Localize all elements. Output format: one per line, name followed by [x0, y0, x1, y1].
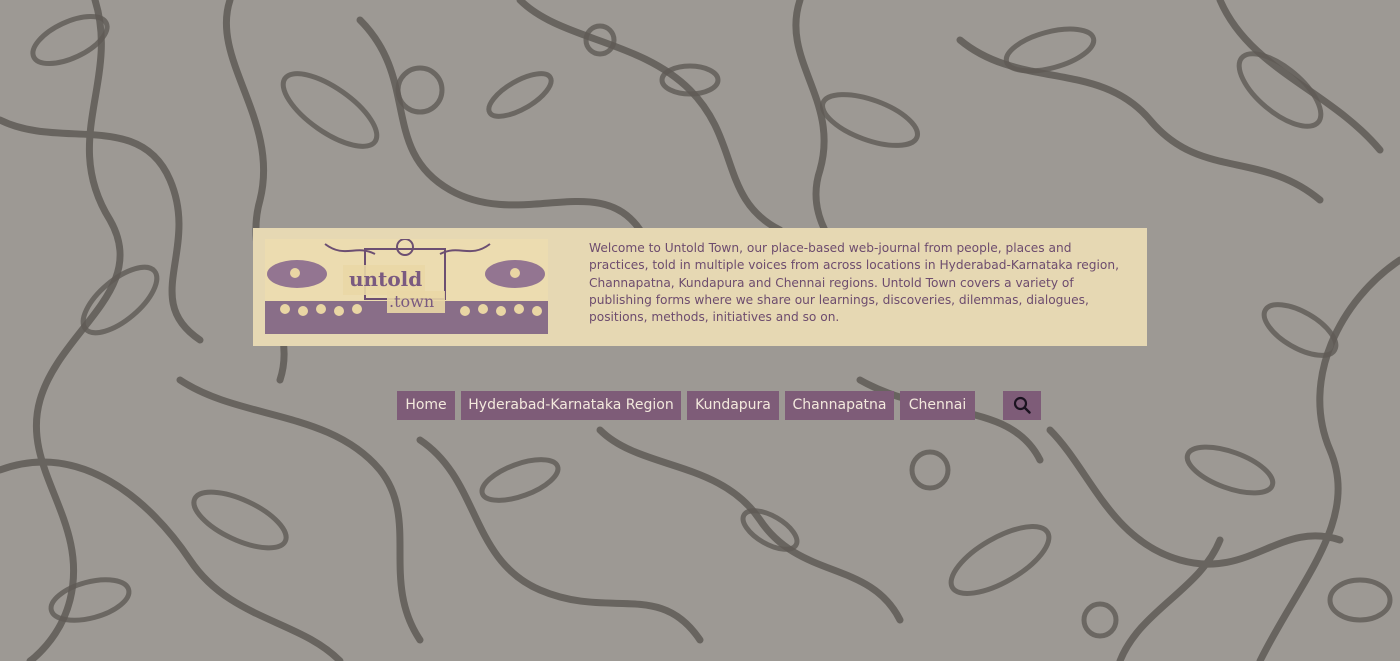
logo-text-top: untold	[349, 267, 423, 291]
site-logo[interactable]: untold .town	[265, 239, 548, 334]
main-navigation: Home Hyderabad-Karnataka Region Kundapur…	[0, 391, 1400, 420]
search-icon	[1013, 396, 1031, 414]
nav-item-chennai[interactable]: Chennai	[900, 391, 975, 420]
nav-item-home[interactable]: Home	[397, 391, 455, 420]
site-intro-text: Welcome to Untold Town, our place-based …	[589, 241, 1119, 325]
nav-item-channapatna[interactable]: Channapatna	[785, 391, 894, 420]
site-header-card: untold .town Welcome to Untold Town, our…	[253, 228, 1147, 346]
nav-item-hyderabad-karnataka-region[interactable]: Hyderabad-Karnataka Region	[461, 391, 681, 420]
logo-text-bottom: .town	[389, 292, 435, 311]
nav-item-kundapura[interactable]: Kundapura	[687, 391, 779, 420]
search-button[interactable]	[1003, 391, 1041, 420]
